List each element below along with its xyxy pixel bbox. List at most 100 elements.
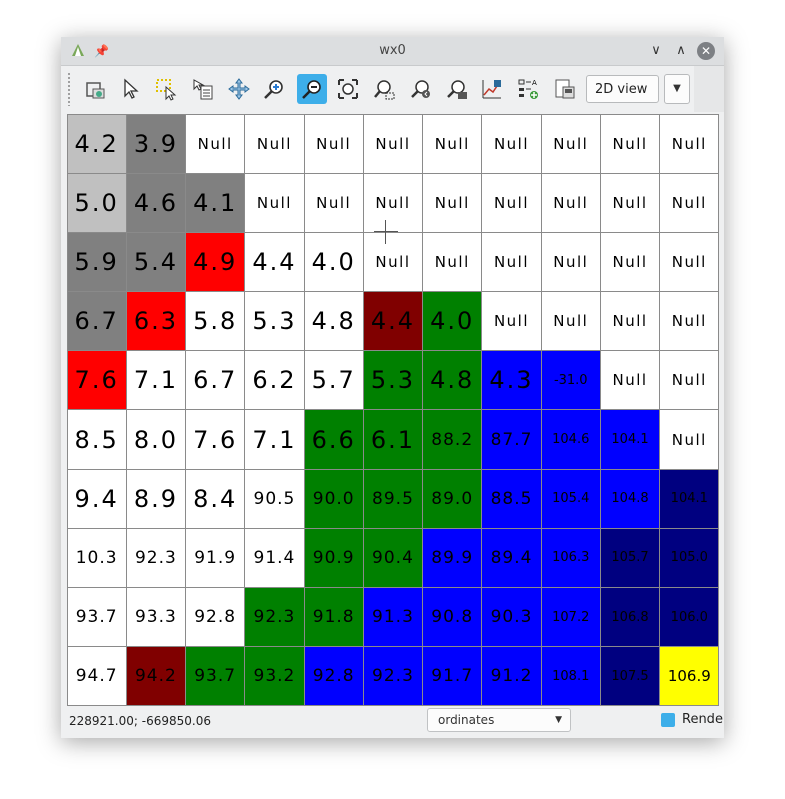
select-icon: [156, 79, 177, 101]
grid-cell: 9.4: [66, 468, 127, 529]
zoom-back-button[interactable]: [406, 74, 436, 104]
grid-cell: Null: [599, 172, 661, 233]
pointer-icon: [124, 78, 139, 99]
zoom-back-icon: [411, 80, 430, 98]
grid-cell: 104.6: [540, 409, 601, 470]
close-button[interactable]: ✕: [697, 42, 715, 60]
pan-icon: [228, 78, 250, 100]
grid-cell: 92.3: [362, 646, 424, 707]
grid-cell: Null: [599, 231, 661, 293]
grid-cell: 88.2: [422, 409, 483, 470]
grid-cell: Null: [540, 172, 601, 233]
grid-cell: 5.9: [66, 231, 127, 293]
zoom-menu-button[interactable]: [442, 74, 472, 104]
grid-cell: Null: [303, 113, 364, 174]
add-layer-button[interactable]: [81, 74, 111, 104]
grid-cell: 106.8: [599, 587, 661, 648]
select-button[interactable]: [151, 74, 181, 104]
grid-cell: 108.1: [540, 646, 601, 707]
grid-cell: 4.8: [422, 350, 483, 411]
pointer-button[interactable]: [116, 74, 146, 104]
grid-cell: 88.5: [481, 468, 542, 529]
view-mode-select[interactable]: 2D view: [586, 75, 659, 103]
grid-cell: 89.9: [422, 527, 483, 588]
toolbar-grip[interactable]: [67, 72, 71, 106]
analyze-button[interactable]: [477, 74, 507, 104]
overlay-icon: A: [518, 79, 538, 99]
grid-cell: -31.0: [540, 350, 601, 411]
grid-cell: 5.7: [303, 350, 364, 411]
grid-cell: 104.8: [599, 468, 661, 529]
grid-cell: 3.9: [125, 113, 187, 174]
pan-button[interactable]: [224, 74, 254, 104]
grid-cell: Null: [362, 231, 424, 293]
zoom-region-icon: [374, 80, 395, 100]
grid-cell: 94.7: [66, 646, 127, 707]
grid-cell: 5.3: [362, 350, 424, 411]
grid-cell: 5.4: [125, 231, 187, 293]
grid-cell: Null: [481, 291, 542, 352]
grid-cell: 10.3: [66, 527, 127, 588]
map-toolbar: A 2D view ▼: [61, 66, 724, 112]
zoom-out-button[interactable]: [297, 74, 327, 104]
map-display-window: 📌 wx0 ∨ ∧ ✕ A 2D view ▼ 4.2 3.9 Null Null Nu…: [61, 37, 724, 738]
zoom-extent-icon: [338, 79, 358, 99]
grid-cell: 4.8: [303, 291, 364, 352]
grid-cell: Null: [244, 172, 305, 233]
grid-cell: 90.3: [481, 587, 542, 648]
grid-cell: Null: [422, 172, 483, 233]
grid-cell: 104.1: [659, 468, 720, 529]
grid-cell: 6.7: [66, 291, 127, 352]
grid-cell: Null: [481, 231, 542, 293]
title-bar[interactable]: 📌 wx0 ∨ ∧ ✕: [61, 37, 724, 66]
grid-cell: 5.8: [185, 291, 246, 352]
zoom-in-icon: [264, 80, 283, 99]
grid-cell: 8.9: [125, 468, 187, 529]
grid-cell: 106.3: [540, 527, 601, 588]
grid-cell: 91.4: [244, 527, 305, 588]
grid-cell: Null: [303, 172, 364, 233]
grid-cell: 4.4: [362, 291, 424, 352]
zoom-extent-button[interactable]: [333, 74, 363, 104]
grid-cell: 8.5: [66, 409, 127, 470]
grid-cell: 5.0: [66, 172, 127, 233]
grid-cell: 105.4: [540, 468, 601, 529]
grid-cell: Null: [540, 231, 601, 293]
grid-cell: 6.7: [185, 350, 246, 411]
grid-cell: Null: [659, 350, 720, 411]
minimize-button[interactable]: ∨: [647, 42, 665, 60]
grid-cell: 91.8: [303, 587, 364, 648]
svg-text:A: A: [532, 79, 537, 87]
view-mode-dropdown-button[interactable]: ▼: [664, 74, 690, 104]
toolbar-end: [694, 66, 724, 112]
zoom-in-button[interactable]: [259, 74, 289, 104]
render-checkbox[interactable]: [661, 713, 675, 727]
grid-cell: Null: [362, 113, 424, 174]
grid-cell: 106.9: [659, 646, 720, 707]
map-canvas[interactable]: 4.2 3.9 Null Null Null Null Null Null Null Null Nu…: [66, 113, 720, 707]
grid-cell: 90.9: [303, 527, 364, 588]
grid-cell: 90.4: [362, 527, 424, 588]
zoom-menu-icon: [447, 80, 467, 99]
grid-cell: Null: [599, 350, 661, 411]
zoom-out-icon: [302, 80, 321, 99]
grid-cell: 4.3: [481, 350, 542, 411]
grid-cell: 6.3: [125, 291, 187, 352]
statusbar-display-select[interactable]: ordinates ▼: [427, 708, 571, 732]
grid-cell: 91.3: [362, 587, 424, 648]
grid-cell: 104.1: [599, 409, 661, 470]
zoom-region-button[interactable]: [369, 74, 399, 104]
grid-cell: 7.1: [125, 350, 187, 411]
maximize-button[interactable]: ∧: [672, 42, 690, 60]
query-button[interactable]: [188, 74, 218, 104]
grid-cell: 89.4: [481, 527, 542, 588]
overlay-button[interactable]: A: [513, 74, 543, 104]
grid-cell: 6.1: [362, 409, 424, 470]
grid-cell: 5.3: [244, 291, 305, 352]
status-bar: 228921.00; -669850.06 ordinates ▼ Rende: [61, 708, 724, 738]
window-title: wx0: [379, 43, 406, 58]
raster-value-grid: 4.2 3.9 Null Null Null Null Null Null Null Null Nu…: [66, 113, 720, 707]
grid-cell: 87.7: [481, 409, 542, 470]
add-layer-icon: [86, 82, 105, 99]
save-display-button[interactable]: [550, 74, 580, 104]
